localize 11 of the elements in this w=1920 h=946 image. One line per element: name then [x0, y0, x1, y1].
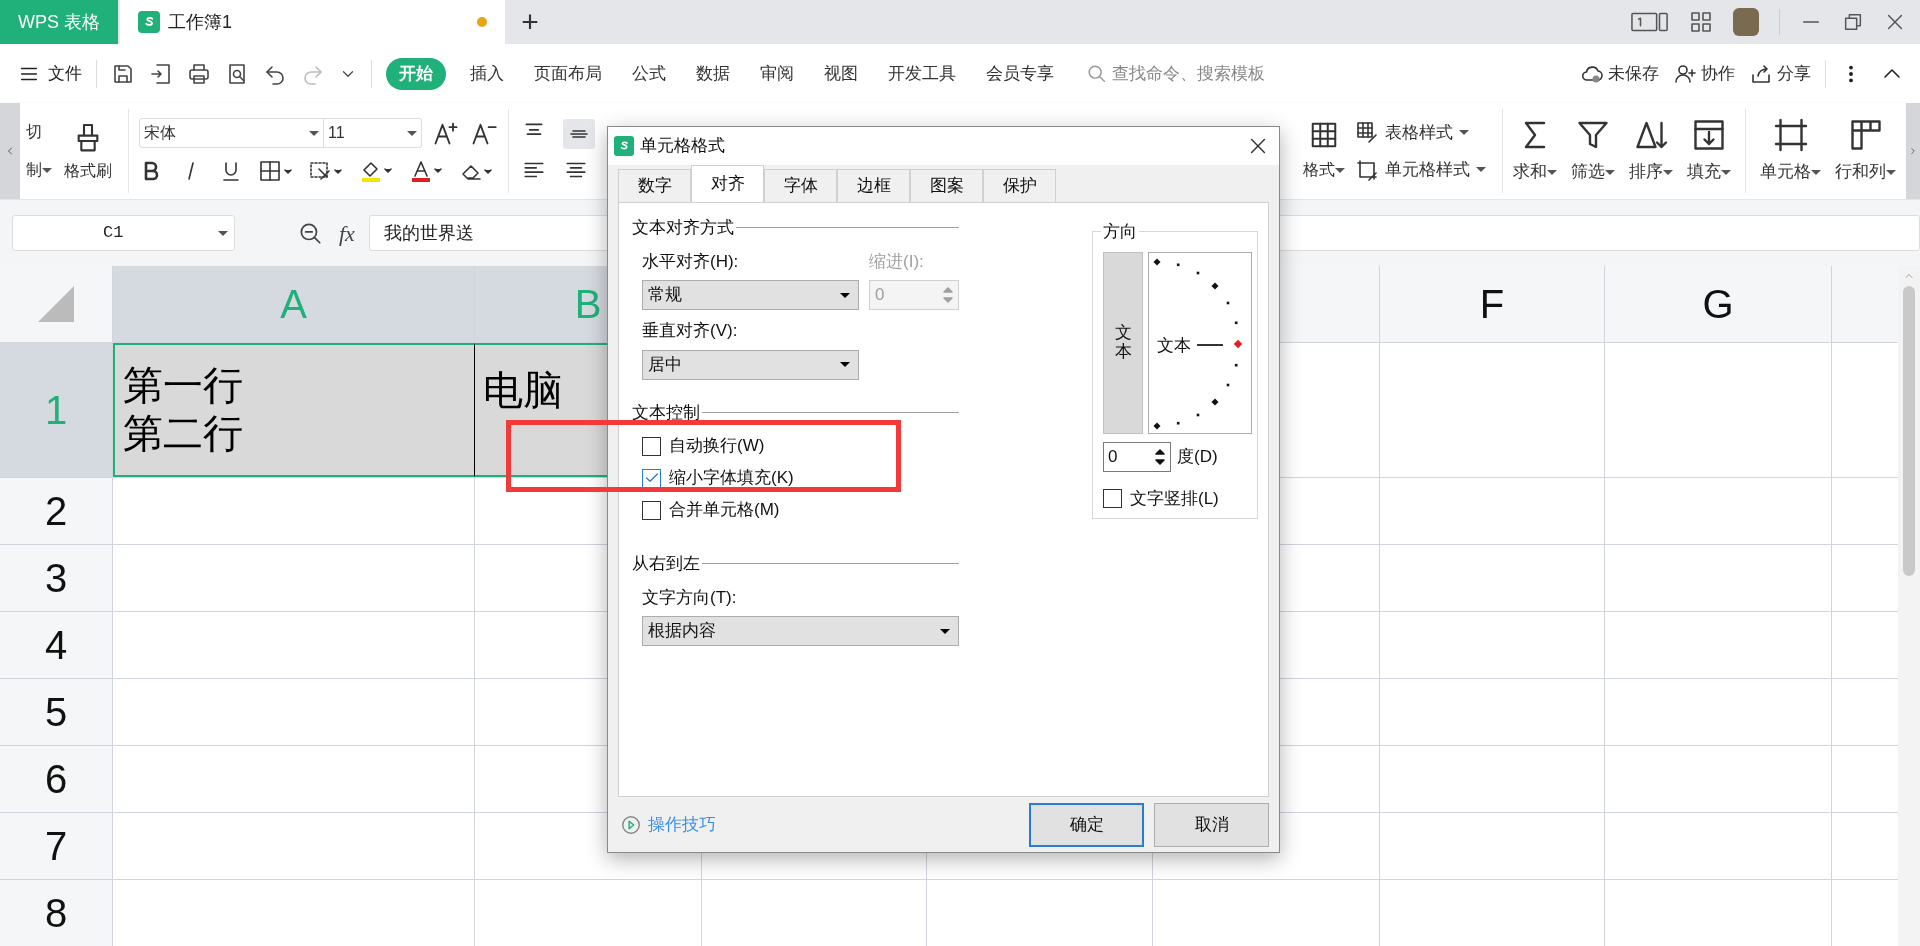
field-label: 文字方向(T): [642, 586, 738, 609]
cell-text: 电脑 [483, 371, 563, 411]
section-heading: 文本对齐方式 [632, 217, 734, 239]
cell-text: 第二行 [123, 414, 243, 454]
section-heading: 从右到左 [632, 553, 700, 575]
section-heading: 文本控制 [632, 401, 700, 424]
cell-text: 第一行 [123, 366, 243, 406]
field-label: 缩进(I): [869, 250, 925, 273]
dialog-title: 单元格格式 [640, 135, 725, 158]
field-label: 度(D) [1177, 446, 1218, 469]
dial-text: 文本 [1157, 335, 1191, 357]
